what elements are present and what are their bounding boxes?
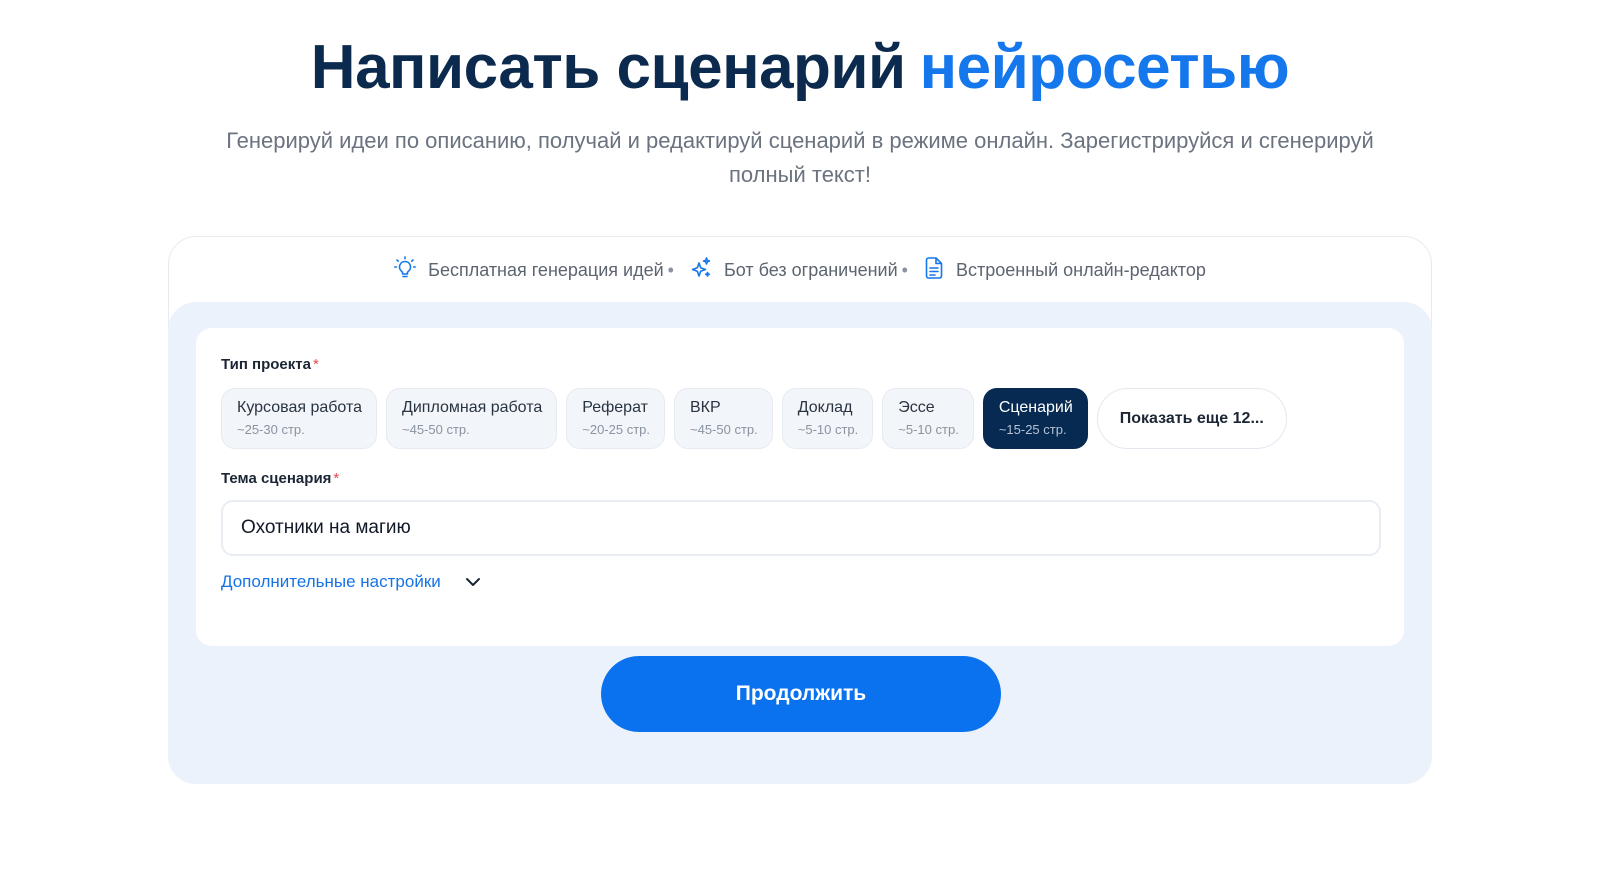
form-box: Тип проекта * Курсовая работа ~25-30 стр.…	[196, 328, 1404, 646]
project-type-name: Доклад	[797, 399, 853, 416]
required-mark: *	[333, 470, 340, 487]
project-type-essay[interactable]: Эссе ~5-10 стр.	[882, 388, 974, 449]
extra-settings-toggle[interactable]: Дополнительные настройки	[221, 572, 481, 592]
project-type-vkr[interactable]: ВКР ~45-50 стр.	[674, 388, 773, 449]
feature-separator: •	[667, 259, 674, 280]
document-icon	[924, 256, 956, 285]
project-type-name: Сценарий	[998, 399, 1073, 416]
form-panel: Тип проекта * Курсовая работа ~25-30 стр.…	[168, 302, 1432, 784]
project-type-label: Тип проекта *	[221, 356, 319, 373]
page-subtitle: Генерируй идеи по описанию, получай и ре…	[226, 128, 1374, 187]
chevron-down-icon	[441, 572, 481, 592]
show-more-types-button[interactable]: Показать еще 12...	[1096, 388, 1287, 449]
page-title-accent: нейросетью	[919, 33, 1290, 102]
continue-button[interactable]: Продолжить	[601, 656, 1001, 732]
project-type-coursework[interactable]: Курсовая работа ~25-30 стр.	[221, 388, 377, 449]
feature-separator: •	[901, 259, 908, 280]
sparkle-icon	[690, 256, 724, 285]
project-type-pages: ~5-10 стр.	[898, 422, 959, 437]
required-mark: *	[312, 356, 319, 373]
page-title: Написать сценарий нейросетью	[0, 32, 1600, 103]
project-type-pages: ~45-50 стр.	[402, 422, 470, 437]
topic-input[interactable]	[221, 500, 1381, 556]
page-title-main: Написать сценарий	[310, 33, 906, 102]
feature-label: Бесплатная генерация идей	[428, 259, 664, 280]
project-type-pages: ~25-30 стр.	[237, 422, 305, 437]
project-type-name: Реферат	[582, 399, 648, 416]
feature-unlimited-bot: Бот без ограничений	[690, 256, 898, 285]
project-type-name: Курсовая работа	[237, 399, 362, 416]
project-type-pages: ~5-10 стр.	[797, 422, 859, 437]
project-type-name: Дипломная работа	[402, 399, 543, 416]
project-type-report[interactable]: Доклад ~5-10 стр.	[781, 388, 874, 449]
project-type-name: ВКР	[690, 399, 721, 416]
lightbulb-icon	[394, 255, 428, 285]
project-type-abstract[interactable]: Реферат ~20-25 стр.	[566, 388, 665, 449]
project-type-label-text: Тип проекта	[221, 356, 311, 373]
project-type-pages: ~20-25 стр.	[582, 422, 650, 437]
features-bar: Бесплатная генерация идей • Бот без огра…	[169, 237, 1431, 303]
feature-free-ideas: Бесплатная генерация идей	[394, 255, 664, 285]
project-type-list: Курсовая работа ~25-30 стр. Дипломная ра…	[221, 388, 1287, 449]
project-type-pages: ~15-25 стр.	[998, 422, 1067, 437]
feature-label: Бот без ограничений	[723, 259, 898, 280]
topic-label: Тема сценария *	[221, 470, 339, 487]
topic-label-text: Тема сценария	[221, 470, 332, 487]
project-type-pages: ~45-50 стр.	[690, 422, 758, 437]
project-type-name: Эссе	[898, 399, 935, 416]
extra-settings-label: Дополнительные настройки	[221, 572, 441, 591]
generator-card: Бесплатная генерация идей • Бот без огра…	[168, 236, 1432, 784]
feature-label: Встроенный онлайн-редактор	[955, 259, 1206, 280]
feature-online-editor: Встроенный онлайн-редактор	[924, 256, 1206, 285]
project-type-diploma[interactable]: Дипломная работа ~45-50 стр.	[386, 388, 558, 449]
project-type-screenplay[interactable]: Сценарий ~15-25 стр.	[982, 388, 1088, 449]
